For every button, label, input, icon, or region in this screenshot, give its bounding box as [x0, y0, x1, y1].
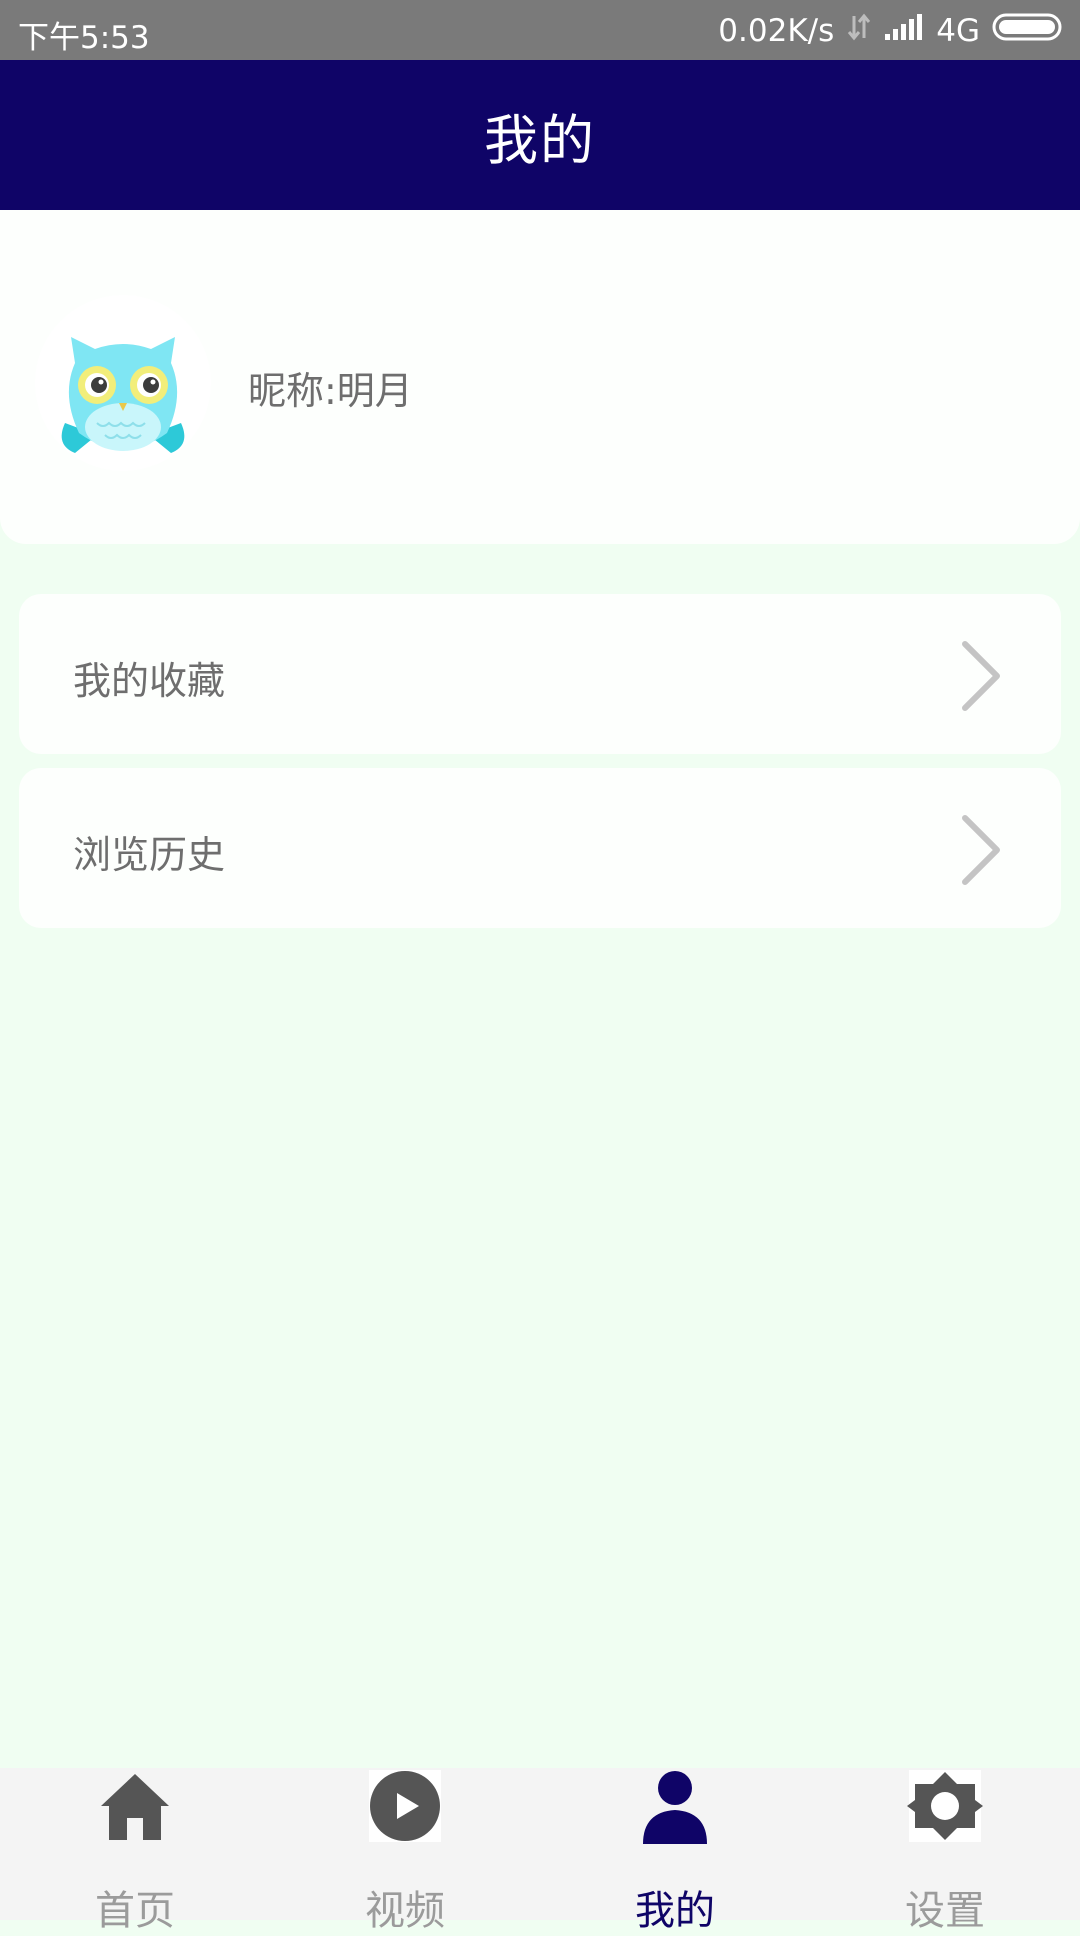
net-speed: 0.02K/s: [718, 13, 835, 49]
gear-icon: [907, 1768, 983, 1844]
menu-item-favorites[interactable]: 我的收藏: [19, 594, 1061, 754]
tab-label: 我的: [635, 1888, 715, 1934]
home-icon: [97, 1768, 173, 1844]
menu-item-history[interactable]: 浏览历史: [19, 768, 1061, 928]
tab-home[interactable]: 首页: [0, 1768, 270, 1934]
menu-item-label: 我的收藏: [73, 659, 226, 703]
owl-avatar-icon[interactable]: [35, 295, 211, 471]
play-icon: [367, 1768, 443, 1844]
title-bar: 我的: [0, 60, 1080, 210]
nickname: 昵称:明月: [248, 369, 413, 413]
tab-video[interactable]: 视频: [270, 1768, 540, 1934]
tab-label: 首页: [95, 1888, 175, 1934]
signal-icon: [884, 12, 924, 50]
tab-settings[interactable]: 设置: [810, 1768, 1080, 1934]
page-title: 我的: [484, 108, 596, 172]
chevron-right-icon: [959, 814, 1003, 886]
tab-mine[interactable]: 我的: [540, 1768, 810, 1934]
chevron-right-icon: [959, 640, 1003, 712]
menu-item-label: 浏览历史: [73, 833, 226, 877]
profile-card[interactable]: 昵称:明月: [0, 210, 1080, 544]
user-icon: [637, 1768, 713, 1844]
tab-label: 设置: [905, 1888, 985, 1934]
data-arrows-icon: [846, 12, 872, 50]
battery-icon: [992, 12, 1064, 50]
network-type: 4G: [936, 13, 980, 49]
status-bar: 下午5:53 0.02K/s 4G: [0, 0, 1080, 60]
tab-label: 视频: [365, 1888, 445, 1934]
bottom-nav: 首页 视频 我的 设置: [0, 1768, 1080, 1934]
status-indicators: 0.02K/s 4G: [718, 12, 1064, 50]
status-time: 下午5:53: [18, 20, 150, 56]
